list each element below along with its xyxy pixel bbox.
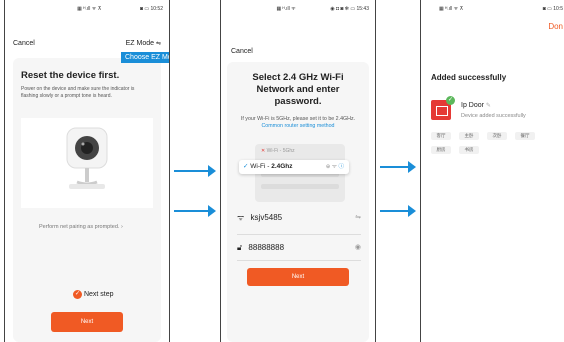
screen-reset-device: ▦ ᴴ.ıll ᯤ ⊼ ◙ ▭ 10:52 Cancel EZ Mode ⇋ C… — [4, 0, 170, 342]
status-bar: ▦ ᴴ.ıll ᯤ ⊼ ◙ ▭ 10:52 — [5, 4, 169, 14]
status-bar-left: ▦ ᴴ.ıll ᯤ — [276, 6, 296, 12]
ssid-field[interactable]: ᯤ ksjv5485 ⇋ — [237, 208, 361, 228]
net-pairing-label: Perform net pairing as prompted. — [39, 224, 120, 230]
wifi-5g-label: Wi-Fi - 5Ghz — [266, 148, 295, 154]
camera-illustration — [21, 118, 153, 208]
room-chip[interactable]: 主卧 — [459, 132, 479, 140]
choose-ez-mode-tooltip: Choose EZ Mode — [121, 52, 169, 63]
ez-mode-label: EZ Mode — [125, 40, 155, 47]
next-button[interactable]: Next — [51, 312, 123, 332]
room-chip[interactable]: 书房 — [459, 146, 479, 154]
password-value: 88888888 — [248, 243, 285, 252]
page-title: Added successfully — [431, 73, 507, 82]
door-icon — [436, 106, 448, 116]
wifi-24g-prefix: Wi-Fi - — [250, 163, 272, 170]
ssid-value: ksjv5485 — [250, 213, 283, 222]
lock-icon: 🔓︎ — [237, 243, 243, 252]
wifi-card: Select 2.4 GHz Wi-Fi Network and enter p… — [227, 62, 369, 342]
divider — [237, 260, 361, 261]
status-bar-left: ▦ ᴴ.ıll ᯤ ⊼ — [77, 6, 102, 12]
divider — [237, 234, 361, 235]
placeholder-bar — [261, 184, 339, 189]
device-name-label: Ip Door — [461, 102, 484, 109]
check-badge-icon: ✓ — [446, 96, 455, 105]
swap-icon[interactable]: ⇋ — [355, 208, 361, 228]
room-chip[interactable]: 客厅 — [431, 132, 451, 140]
reset-card: Reset the device first. Power on the dev… — [13, 58, 161, 342]
swap-icon: ⇋ — [155, 41, 161, 47]
status-bar-left: ▦ ᴴ.ıll ᯤ ⊼ — [439, 6, 464, 12]
room-chip[interactable]: 餐厅 — [515, 132, 535, 140]
eye-icon[interactable]: ◉ — [355, 238, 361, 258]
device-name[interactable]: Ip Door ✎ — [461, 102, 491, 109]
status-bar-right: ◙ ▭ 10:5 — [542, 6, 563, 12]
screen-wifi-setup: ▦ ᴴ.ıll ᯤ ◉ ◘ ◙ ✻ ▭ 15:43 Cancel Select … — [220, 0, 376, 342]
check-circle-icon: ✓ — [73, 290, 82, 299]
next-step-label: Next step — [83, 291, 114, 298]
status-bar-right: ◙ ▭ 10:52 — [139, 6, 163, 12]
chevron-right-icon: › — [120, 224, 123, 230]
device-status: Device added successfully — [461, 113, 526, 119]
edit-icon[interactable]: ✎ — [486, 103, 491, 109]
flow-arrow-4 — [380, 205, 416, 217]
flow-arrow-2 — [174, 205, 216, 217]
page-title: Select 2.4 GHz Wi-Fi Network and enter p… — [252, 72, 344, 107]
wifi-24g-strong: 2.4Ghz — [271, 163, 293, 170]
router-setting-link[interactable]: Common router setting method — [261, 123, 334, 129]
next-step-checkbox[interactable]: ✓ Next step — [73, 290, 114, 299]
cancel-button[interactable]: Cancel — [231, 48, 253, 55]
reset-description: Power on the device and make sure the in… — [21, 86, 135, 99]
flow-arrow-1 — [174, 165, 216, 177]
check-icon: ✓ — [243, 163, 249, 170]
screen-added-successfully: ▦ ᴴ.ıll ᯤ ⊼ ◙ ▭ 10:5 Don Added successfu… — [420, 0, 564, 342]
room-chip[interactable]: 厨房 — [431, 146, 451, 154]
wifi-hint-text: If your Wi-Fi is 5GHz, please set it to … — [240, 116, 356, 122]
x-icon: ✕ — [261, 148, 266, 154]
page-title: Reset the device first. — [21, 70, 120, 81]
net-pairing-link[interactable]: Perform net pairing as prompted. › — [39, 224, 123, 230]
device-thumbnail: ✓ — [431, 96, 455, 120]
flow-arrow-3 — [380, 161, 416, 173]
lock-wifi-info-icon: ⊕ ᯤ ⓘ — [325, 164, 344, 170]
cancel-button[interactable]: Cancel — [13, 40, 35, 47]
wifi-5g-row: ✕ Wi-Fi - 5Ghz — [261, 148, 295, 154]
wifi-24g-row: ✓ Wi-Fi - 2.4Ghz ⊕ ᯤ ⓘ — [239, 160, 349, 174]
camera-icon — [66, 127, 108, 189]
done-button[interactable]: Don — [548, 22, 563, 31]
password-field[interactable]: 🔓︎ 88888888 ◉ — [237, 238, 361, 258]
ez-mode-button[interactable]: EZ Mode ⇋ — [126, 40, 161, 47]
next-button[interactable]: Next — [247, 268, 349, 286]
status-bar-right: ◉ ◘ ◙ ✻ ▭ 15:43 — [330, 6, 369, 12]
status-bar: ▦ ᴴ.ıll ᯤ ◉ ◘ ◙ ✻ ▭ 15:43 — [221, 4, 375, 14]
room-chip[interactable]: 次卧 — [487, 132, 507, 140]
wifi-hint: If your Wi-Fi is 5GHz, please set it to … — [233, 116, 363, 130]
wifi-icon: ᯤ — [237, 213, 245, 222]
status-bar: ▦ ᴴ.ıll ᯤ ⊼ ◙ ▭ 10:5 — [421, 4, 564, 14]
